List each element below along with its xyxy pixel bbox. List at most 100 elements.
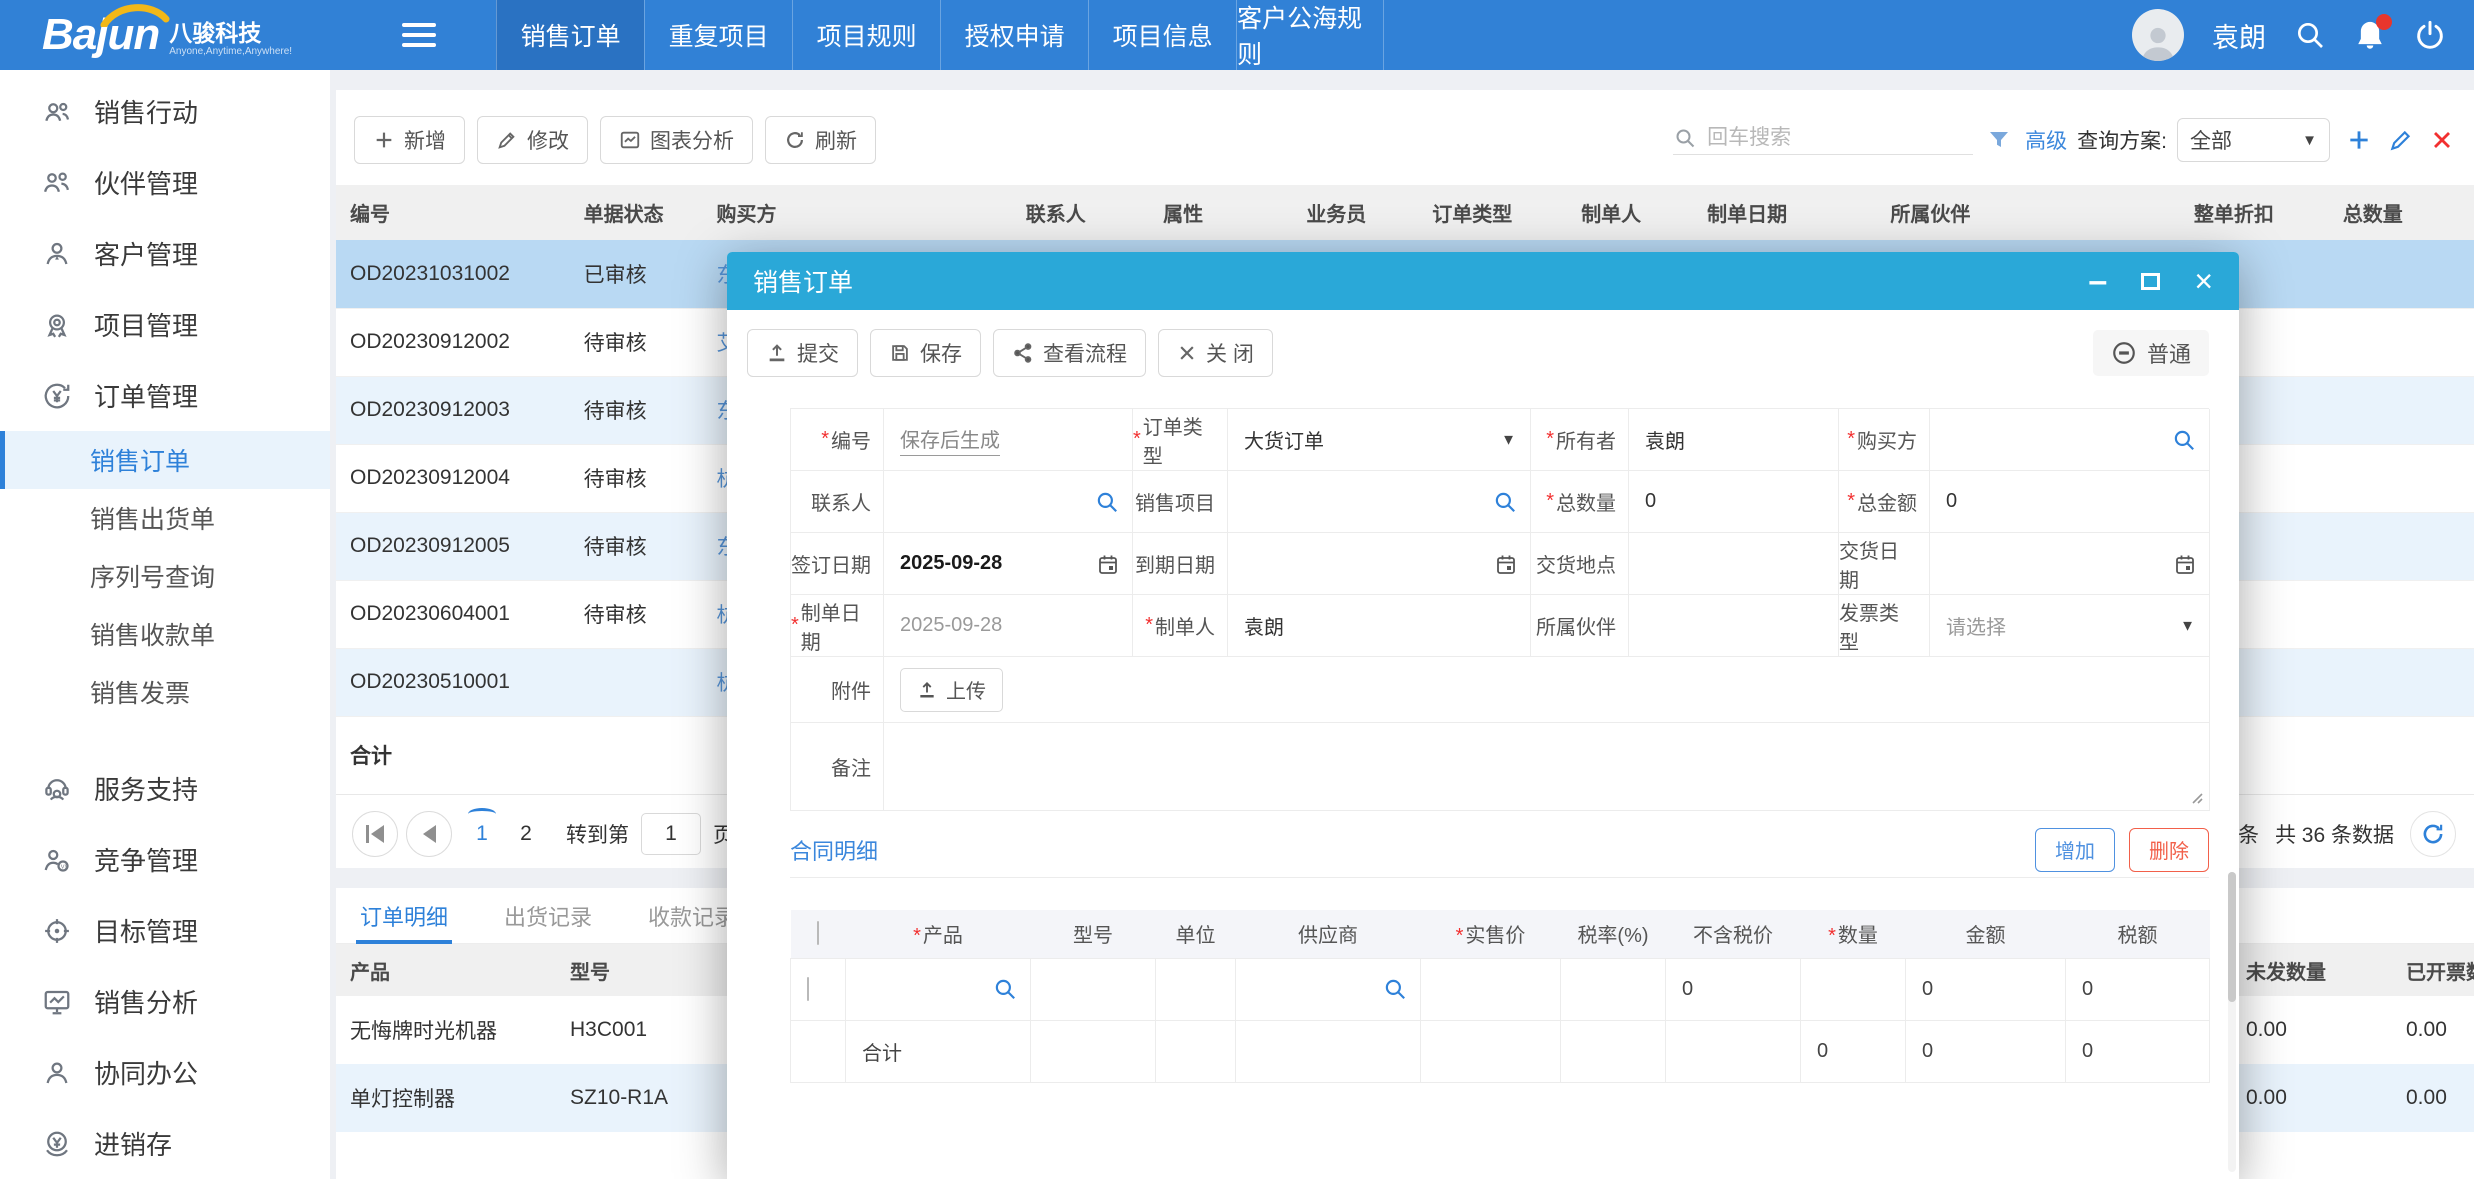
sidebar-item-sales-actions[interactable]: 销售行动 [0, 76, 330, 147]
search-icon[interactable] [1492, 489, 1518, 515]
filter-funnel-icon[interactable] [1987, 128, 2011, 152]
qty-cell[interactable] [1801, 958, 1906, 1020]
power-icon[interactable] [2414, 19, 2446, 51]
calendar-icon[interactable] [1096, 552, 1120, 576]
project-lookup-field[interactable] [1228, 471, 1531, 533]
sidebar-subitem-sales-shipment[interactable]: 销售出货单 [0, 489, 330, 547]
delivery-date-field[interactable] [1930, 533, 2210, 595]
invoice-type-select[interactable]: 请选择▼ [1930, 595, 2210, 657]
first-page-button[interactable] [352, 811, 398, 857]
save-button[interactable]: 保存 [870, 329, 981, 377]
search-icon[interactable] [2171, 427, 2197, 453]
select-all-checkbox[interactable] [817, 921, 819, 945]
page-number-1[interactable]: 1 [460, 822, 504, 846]
no-field[interactable]: 保存后生成 [884, 409, 1133, 471]
sidebar-subitem-sales-receipt[interactable]: 销售收款单 [0, 605, 330, 663]
contact-lookup-field[interactable] [884, 471, 1133, 533]
search-icon[interactable] [2294, 19, 2326, 51]
nav-tab-project-info[interactable]: 项目信息 [1088, 0, 1236, 70]
sidebar-item-service-support[interactable]: 服务支持 [0, 753, 330, 824]
sidebar-item-customer-mgmt[interactable]: 客户管理 [0, 218, 330, 289]
sidebar-subitem-serial-query[interactable]: 序列号查询 [0, 547, 330, 605]
detail-delete-button[interactable]: 删除 [2129, 828, 2209, 872]
user-avatar[interactable] [2132, 9, 2184, 61]
tab-shipment-records[interactable]: 出货记录 [504, 888, 592, 944]
upload-button[interactable]: 上传 [900, 668, 1003, 712]
owner-field[interactable]: 袁朗 [1629, 409, 1839, 471]
close-icon[interactable]: × [2194, 265, 2213, 297]
price-cell[interactable] [1421, 958, 1561, 1020]
product-lookup-cell[interactable] [846, 958, 1031, 1020]
tax-cell[interactable]: 0 [2066, 958, 2210, 1020]
nav-tab-auth-request[interactable]: 授权申请 [940, 0, 1088, 70]
sidebar-item-inventory[interactable]: 进销存 [0, 1108, 330, 1179]
nav-tab-duplicate-project[interactable]: 重复项目 [644, 0, 792, 70]
amount-cell[interactable]: 0 [1906, 958, 2066, 1020]
edit-button[interactable]: 修改 [477, 116, 588, 164]
sidebar-item-order-mgmt[interactable]: 订单管理 [0, 360, 330, 431]
calendar-icon[interactable] [1494, 552, 1518, 576]
sidebar-item-partner-mgmt[interactable]: 伙伴管理 [0, 147, 330, 218]
tab-receipt-records[interactable]: 收款记录 [648, 888, 736, 944]
nav-tab-customer-pool-rules[interactable]: 客户公海规则 [1236, 0, 1384, 70]
search-input[interactable] [1707, 126, 1947, 150]
minimize-icon[interactable]: – [2088, 271, 2107, 291]
edit-plan-icon[interactable] [2388, 127, 2414, 153]
buyer-lookup-field[interactable] [1930, 409, 2210, 471]
detail-add-button[interactable]: 增加 [2035, 828, 2115, 872]
unit-cell [1156, 958, 1236, 1020]
search-icon[interactable] [1382, 976, 1408, 1002]
total-amount-field[interactable]: 0 [1930, 471, 2210, 533]
query-plan-select[interactable]: 全部 ▼ [2177, 118, 2330, 162]
page-number-2[interactable]: 2 [504, 822, 548, 846]
chart-monitor-icon [42, 987, 72, 1017]
sidebar-item-sales-analysis[interactable]: 销售分析 [0, 966, 330, 1037]
sidebar-subitem-sales-invoice[interactable]: 销售发票 [0, 663, 330, 721]
order-form: *编号 保存后生成 *订单类型 大货订单▼ *所有者 袁朗 *购买方 联系人 销… [790, 408, 2209, 811]
search-icon[interactable] [1094, 489, 1120, 515]
sidebar-item-target-mgmt[interactable]: 目标管理 [0, 895, 330, 966]
untaxed-price-cell[interactable]: 0 [1666, 958, 1801, 1020]
goto-page-input[interactable] [641, 813, 701, 855]
advanced-filter-link[interactable]: 高级 [2025, 125, 2067, 155]
tab-order-items[interactable]: 订单明细 [360, 888, 448, 944]
notification-bell-icon[interactable] [2354, 18, 2386, 52]
field-label-make-date: *制单日期 [791, 595, 884, 657]
partner-field[interactable] [1629, 595, 1839, 657]
supplier-lookup-cell[interactable] [1236, 958, 1421, 1020]
chart-analysis-button[interactable]: 图表分析 [600, 116, 753, 164]
sign-date-field[interactable]: 2025-09-28 [884, 533, 1133, 595]
order-type-select[interactable]: 大货订单▼ [1228, 409, 1531, 471]
sidebar-subitem-sales-order[interactable]: 销售订单 [0, 431, 330, 489]
add-plan-icon[interactable] [2346, 127, 2372, 153]
prev-page-button[interactable] [406, 811, 452, 857]
add-button[interactable]: 新增 [354, 116, 465, 164]
mode-toggle-button[interactable]: 普通 [2093, 330, 2209, 376]
resize-grip-icon[interactable] [2187, 788, 2203, 804]
remark-textarea[interactable] [884, 723, 2210, 811]
view-flow-button[interactable]: 查看流程 [993, 329, 1146, 377]
calendar-icon[interactable] [2173, 552, 2197, 576]
tax-rate-cell[interactable] [1561, 958, 1666, 1020]
sidebar-item-project-mgmt[interactable]: 项目管理 [0, 289, 330, 360]
refresh-button[interactable]: 刷新 [765, 116, 876, 164]
total-qty-field[interactable]: 0 [1629, 471, 1839, 533]
search-icon[interactable] [992, 976, 1018, 1002]
due-date-field[interactable] [1228, 533, 1531, 595]
maximize-icon[interactable] [2141, 273, 2160, 290]
user-name[interactable]: 袁朗 [2212, 16, 2266, 55]
scrollbar-thumb[interactable] [2228, 872, 2236, 1002]
delivery-place-field[interactable] [1629, 533, 1839, 595]
nav-tab-project-rules[interactable]: 项目规则 [792, 0, 940, 70]
list-refresh-button[interactable] [2410, 811, 2456, 857]
sidebar-item-collaboration[interactable]: 协同办公 [0, 1037, 330, 1108]
menu-hamburger-icon[interactable] [402, 23, 436, 47]
sidebar-item-competition-mgmt[interactable]: VS 竞争管理 [0, 824, 330, 895]
row-checkbox[interactable] [807, 977, 809, 1001]
modal-scrollbar[interactable] [2228, 872, 2236, 1172]
submit-button[interactable]: 提交 [747, 329, 858, 377]
delete-plan-icon[interactable] [2430, 128, 2454, 152]
close-modal-button[interactable]: 关 闭 [1158, 329, 1273, 377]
nav-tab-sales-order[interactable]: 销售订单 [496, 0, 644, 70]
plus-icon [373, 129, 395, 151]
